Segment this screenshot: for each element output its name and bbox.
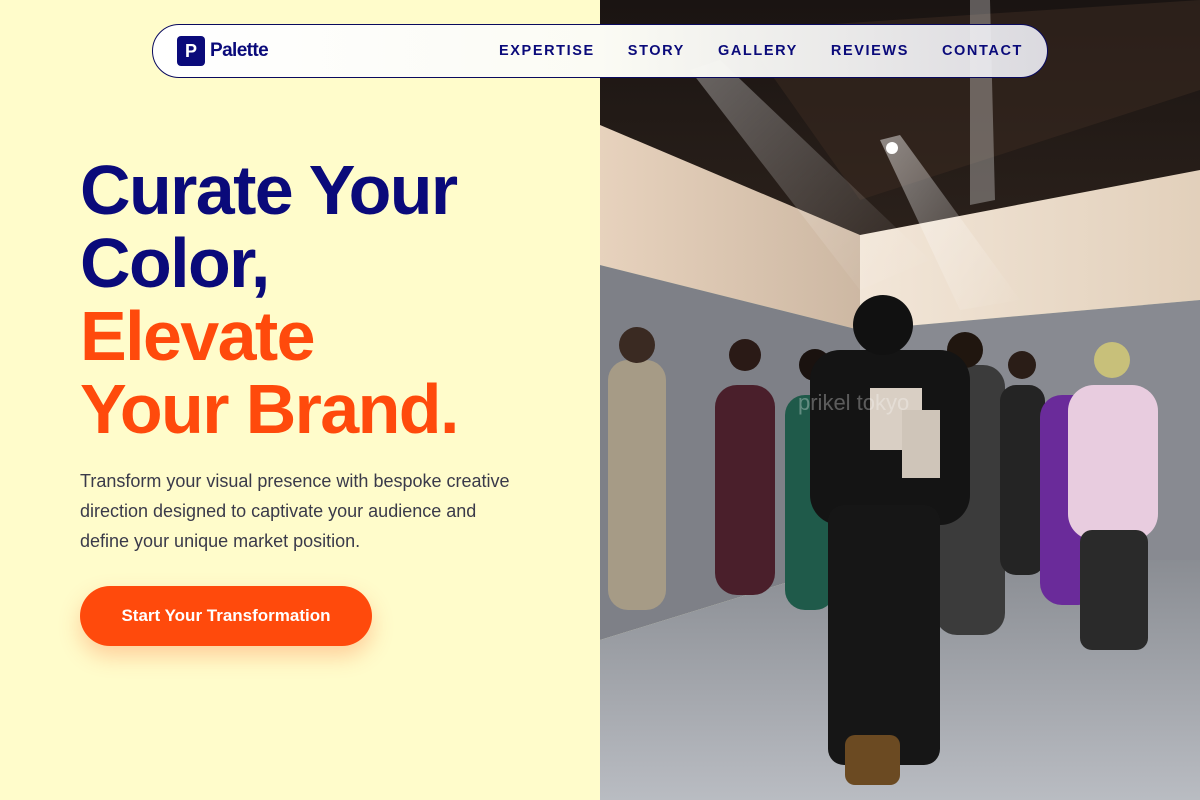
nav-link-contact[interactable]: CONTACT [942, 43, 1023, 59]
top-navbar: P Palette EXPERTISE STORY GALLERY REVIEW… [152, 24, 1048, 78]
nav-links: EXPERTISE STORY GALLERY REVIEWS CONTACT [499, 43, 1023, 59]
hero-title-line-3: Elevate [80, 297, 316, 375]
photo-watermark: prikel tokyo [798, 390, 909, 415]
hero-title-line-4: Your Brand. [80, 370, 459, 448]
brand-logo[interactable]: P Palette [177, 36, 269, 66]
hero-title-line-1: Curate Your [80, 151, 458, 229]
nav-link-story[interactable]: STORY [628, 43, 685, 59]
hero-title: Curate Your Color, Elevate Your Brand. [80, 154, 580, 446]
hero-photo: prikel tokyo [600, 0, 1200, 800]
start-transformation-button[interactable]: Start Your Transformation [80, 586, 372, 646]
hero-subtitle: Transform your visual presence with besp… [80, 471, 510, 551]
nav-link-gallery[interactable]: GALLERY [718, 43, 798, 59]
brand-name: Palette [210, 40, 269, 61]
nav-link-expertise[interactable]: EXPERTISE [499, 43, 595, 59]
nav-link-reviews[interactable]: REVIEWS [831, 43, 909, 59]
hero-title-line-2: Color, [80, 224, 270, 302]
logo-mark-icon: P [177, 36, 205, 66]
